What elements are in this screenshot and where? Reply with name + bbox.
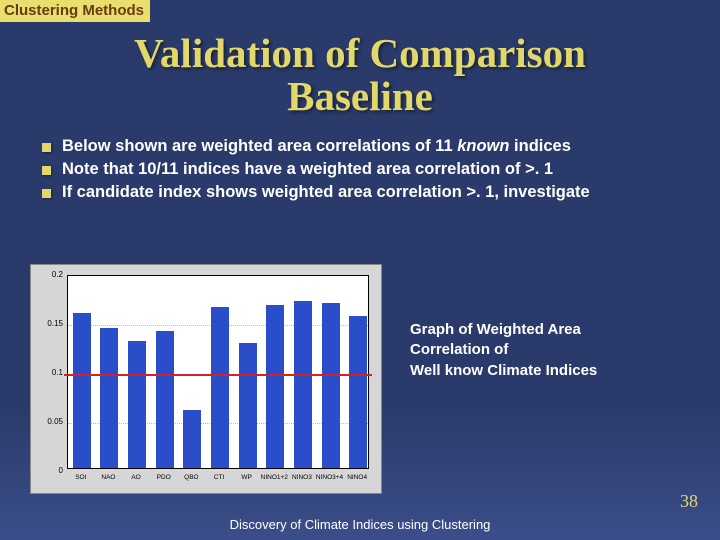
bullet-text-italic: known bbox=[457, 137, 509, 155]
bar bbox=[349, 316, 367, 468]
title-line-1: Validation of Comparison bbox=[134, 30, 586, 76]
x-tick-label: CTI bbox=[214, 474, 224, 481]
bullet-text-pre: Below shown are weighted area correlatio… bbox=[62, 137, 457, 155]
bar bbox=[100, 328, 118, 468]
footer-text: Discovery of Climate Indices using Clust… bbox=[0, 517, 720, 532]
y-tick-label: 0.1 bbox=[35, 368, 63, 377]
threshold-line bbox=[64, 374, 372, 376]
bar bbox=[156, 331, 174, 468]
caption-line: Well know Climate Indices bbox=[410, 362, 597, 379]
bullet-text-pre: Note that 10/11 indices have a weighted … bbox=[62, 160, 553, 178]
page-number: 38 bbox=[680, 491, 698, 512]
bar bbox=[73, 313, 91, 468]
y-tick-label: 0.2 bbox=[35, 270, 63, 279]
bar bbox=[128, 341, 146, 468]
bullet-text-post: indices bbox=[509, 137, 570, 155]
plot-area bbox=[67, 275, 369, 469]
section-header: Clustering Methods bbox=[0, 0, 150, 22]
bullet-item: Below shown are weighted area correlatio… bbox=[36, 136, 692, 157]
x-tick-label: QBO bbox=[184, 474, 198, 481]
bar bbox=[294, 301, 312, 468]
x-tick-label: WP bbox=[241, 474, 251, 481]
caption-line: Correlation of bbox=[410, 341, 508, 358]
y-tick-label: 0.15 bbox=[35, 319, 63, 328]
y-tick-label: 0.05 bbox=[35, 417, 63, 426]
bullet-item: Note that 10/11 indices have a weighted … bbox=[36, 159, 692, 180]
x-tick-label: PDO bbox=[157, 474, 171, 481]
bar bbox=[266, 305, 284, 468]
x-tick-label: NAO bbox=[101, 474, 115, 481]
bar bbox=[322, 303, 340, 468]
x-tick-label: NINO4 bbox=[347, 474, 367, 481]
bullet-list: Below shown are weighted area correlatio… bbox=[36, 136, 692, 205]
slide-title: Validation of Comparison Baseline bbox=[0, 32, 720, 118]
x-tick-label: AO bbox=[131, 474, 140, 481]
chart-caption: Graph of Weighted Area Correlation of We… bbox=[410, 320, 702, 381]
y-tick-label: 0 bbox=[35, 466, 63, 475]
caption-line: Graph of Weighted Area bbox=[410, 321, 581, 338]
x-tick-label: NINO3 bbox=[292, 474, 312, 481]
title-line-2: Baseline bbox=[287, 73, 433, 119]
bar bbox=[211, 307, 229, 468]
x-tick-label: NINO3+4 bbox=[316, 474, 343, 481]
bullet-item: If candidate index shows weighted area c… bbox=[36, 182, 692, 203]
bar-chart: 0 0.05 0.1 0.15 0.2 SOI NAO AO PDO QBO CTI WP NINO1+… bbox=[30, 264, 382, 494]
bullet-text-pre: If candidate index shows weighted area c… bbox=[62, 183, 590, 201]
x-tick-label: SOI bbox=[75, 474, 86, 481]
bar bbox=[239, 343, 257, 468]
x-tick-label: NINO1+2 bbox=[261, 474, 288, 481]
bar bbox=[183, 410, 201, 468]
